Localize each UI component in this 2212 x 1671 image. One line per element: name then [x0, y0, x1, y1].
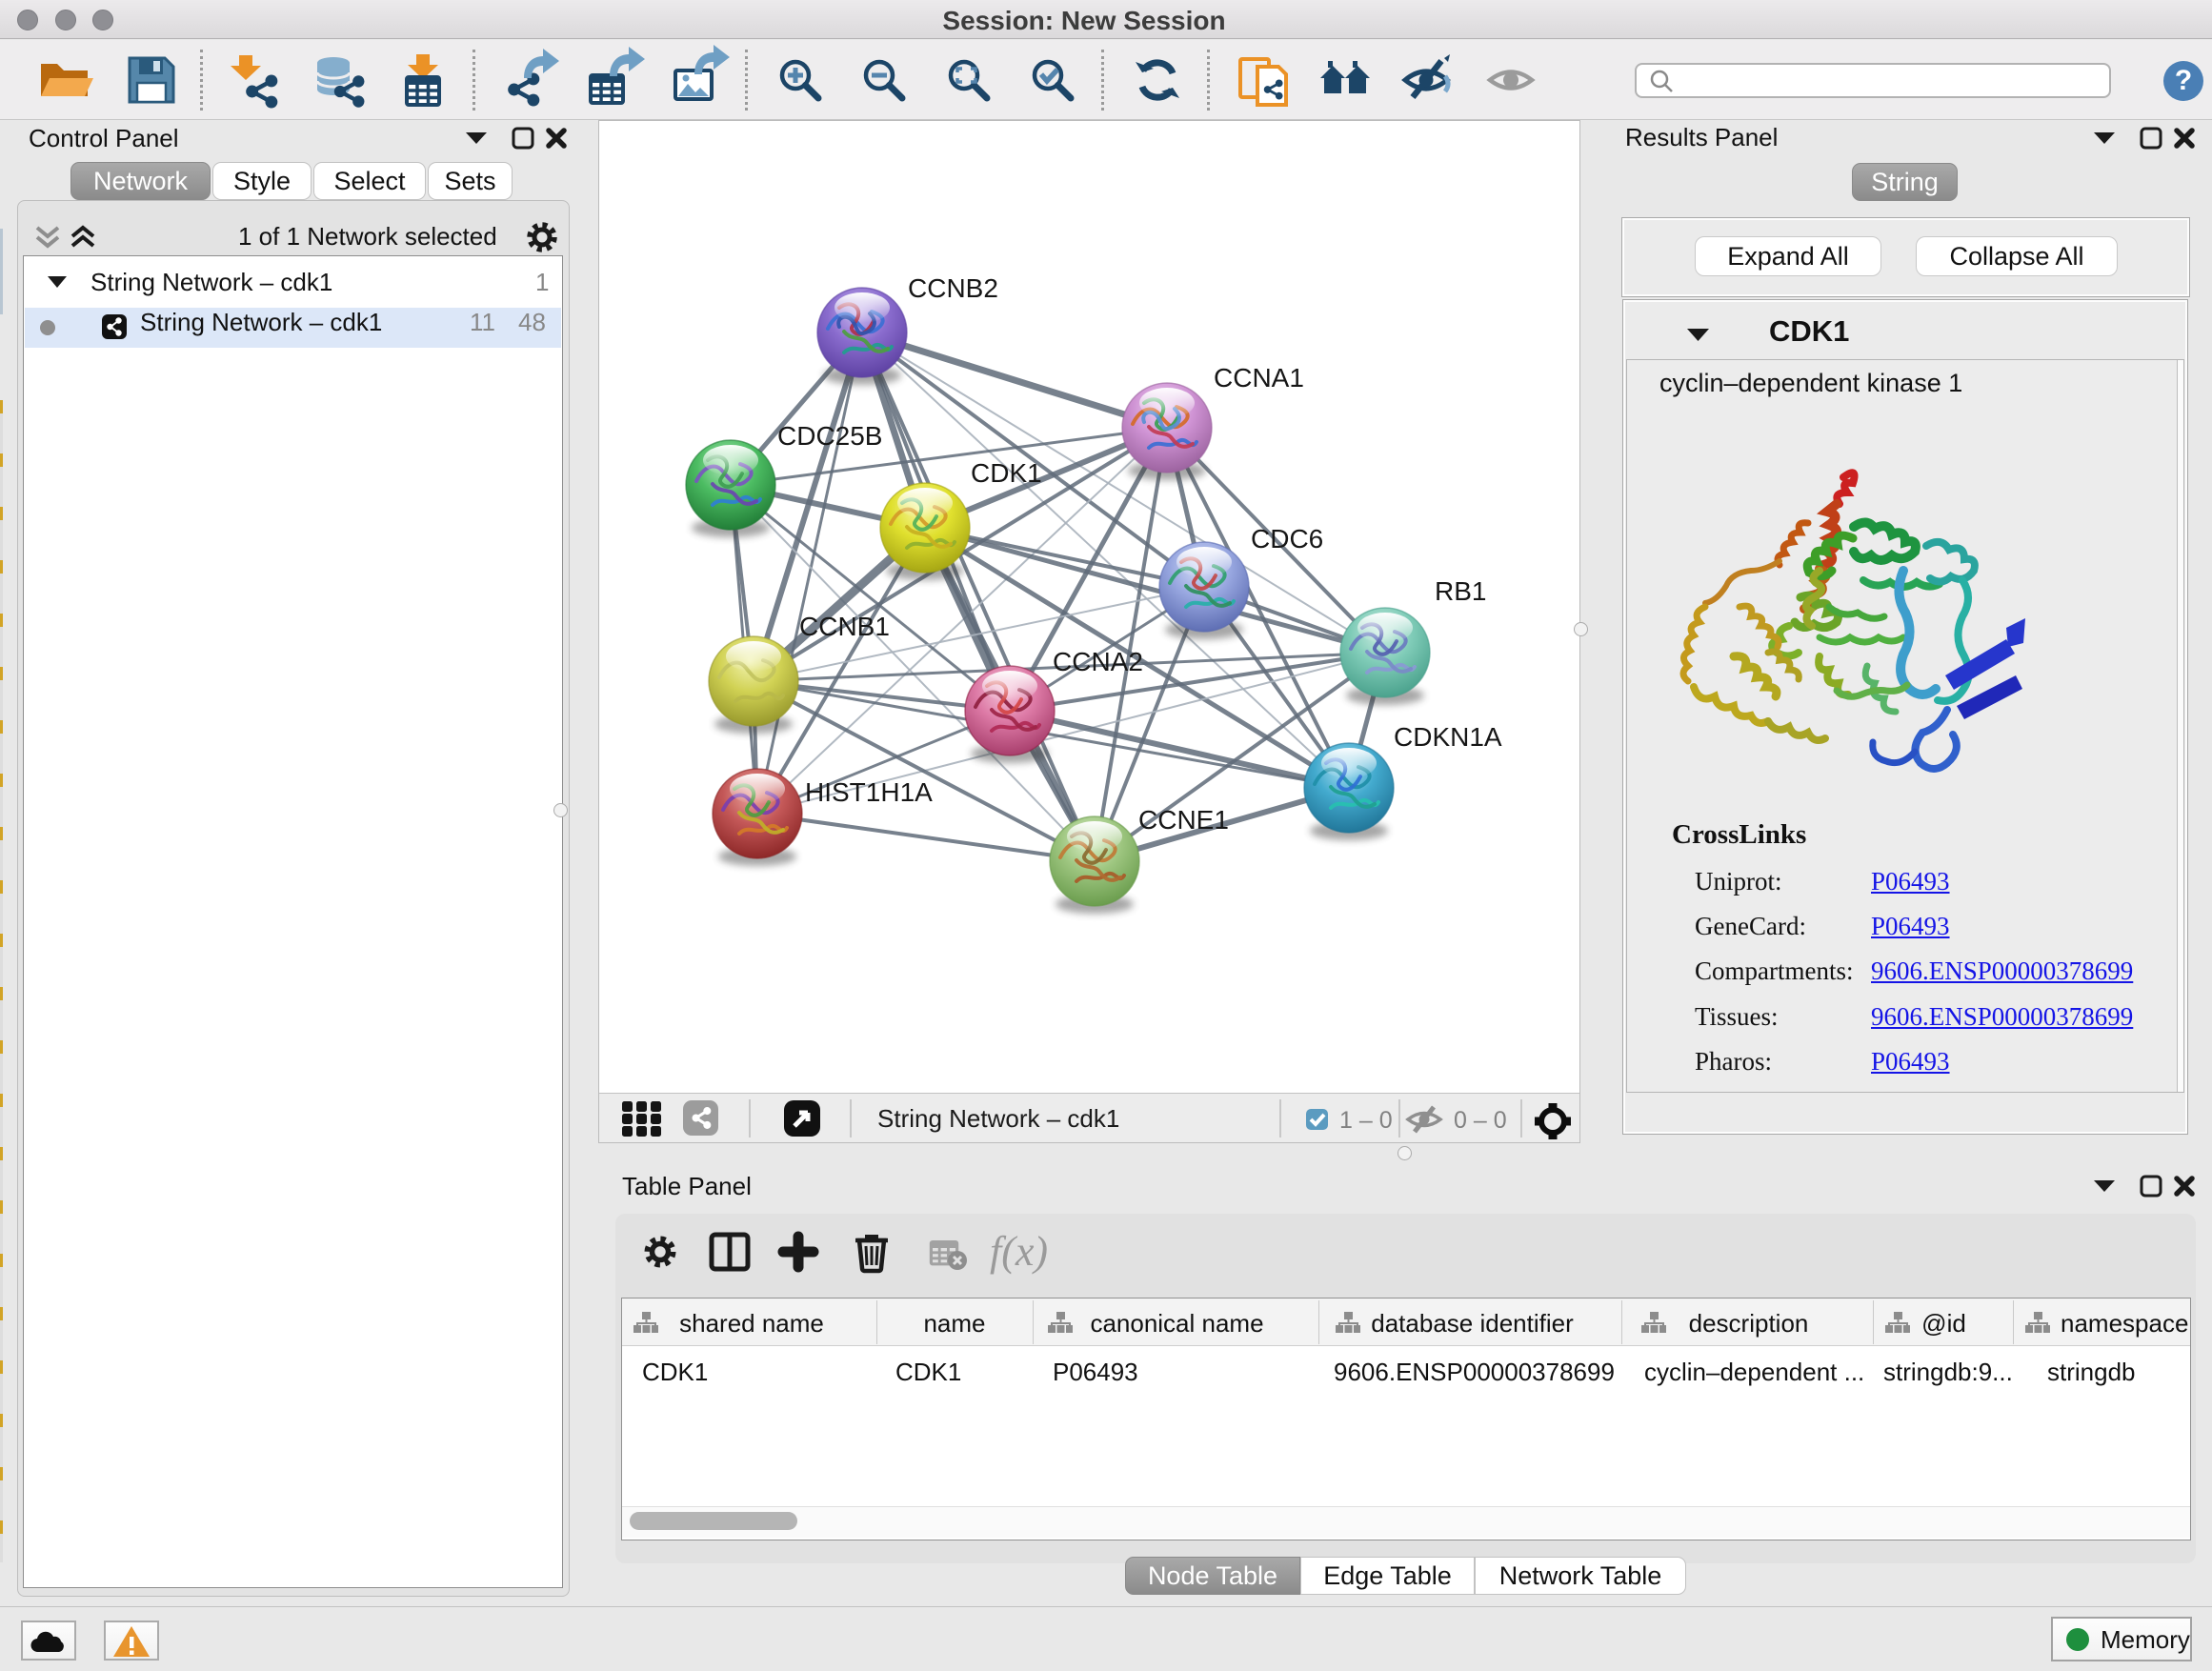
svg-text:CDKN1A: CDKN1A: [1394, 722, 1502, 752]
svg-text:RB1: RB1: [1435, 576, 1486, 606]
svg-text:CCNB1: CCNB1: [799, 612, 890, 641]
svg-text:CCNA2: CCNA2: [1053, 647, 1143, 676]
svg-text:String Network – cdk1: String Network – cdk1: [877, 1104, 1119, 1133]
svg-text:1 – 0: 1 – 0: [1339, 1107, 1393, 1134]
svg-text:CDC6: CDC6: [1251, 524, 1323, 554]
svg-text:CDC25B: CDC25B: [777, 421, 882, 451]
svg-text:CDK1: CDK1: [971, 458, 1042, 488]
svg-text:CCNA1: CCNA1: [1214, 363, 1304, 393]
svg-text:0 – 0: 0 – 0: [1454, 1107, 1507, 1134]
svg-text:HIST1H1A: HIST1H1A: [805, 777, 933, 807]
svg-text:f(x): f(x): [990, 1228, 1048, 1275]
svg-text:CCNE1: CCNE1: [1138, 805, 1229, 835]
svg-text:CCNB2: CCNB2: [908, 273, 998, 303]
